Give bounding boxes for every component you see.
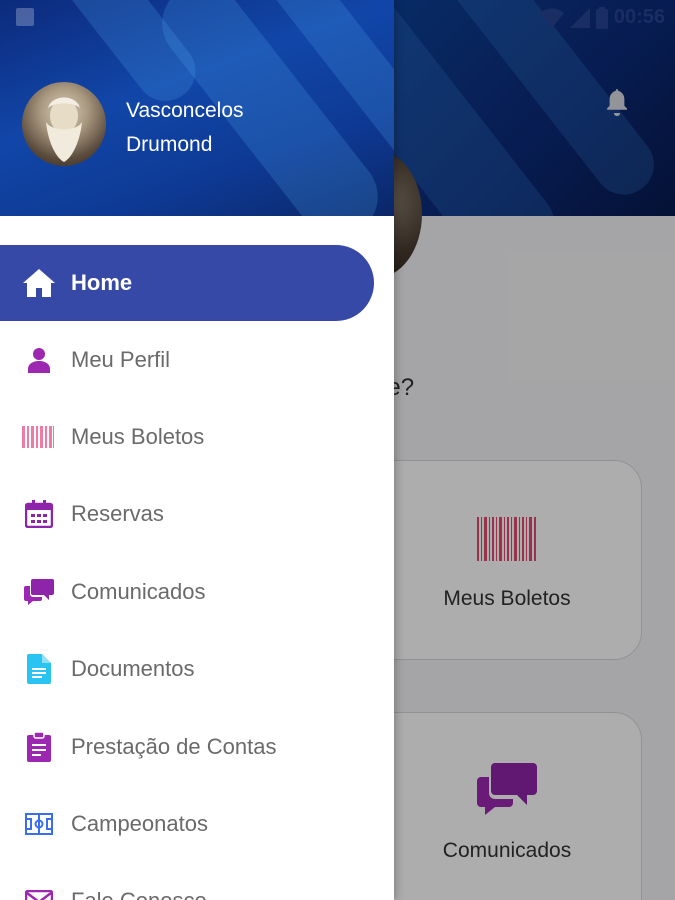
drawer-menu: Home Meu Perfil Meus Boletos Reservas Co… [0, 245, 394, 900]
calendar-icon [22, 497, 56, 531]
user-first-name: Vasconcelos [126, 99, 244, 122]
menu-item-home[interactable]: Home [0, 245, 374, 321]
menu-item-label: Home [71, 270, 133, 295]
field-icon [22, 807, 56, 841]
menu-item-label: Meus Boletos [71, 424, 205, 450]
user-photo [46, 97, 82, 162]
menu-item-label: Prestação de Contas [71, 733, 277, 759]
person-icon [22, 343, 56, 377]
user-avatar[interactable] [22, 82, 106, 166]
menu-item-documentos[interactable]: Documentos [0, 631, 394, 708]
menu-item-meus-boletos[interactable]: Meus Boletos [0, 398, 394, 475]
gallery-notification-icon [16, 8, 34, 26]
menu-item-prestacao-de-contas[interactable]: Prestação de Contas [0, 708, 394, 785]
navigation-drawer: Vasconcelos Drumond Home Meu Perfil Meus… [0, 0, 394, 900]
menu-item-label: Campeonatos [71, 811, 208, 837]
menu-item-label: Reservas [71, 501, 164, 527]
user-name: Vasconcelos Drumond [126, 94, 326, 162]
clipboard-icon [22, 730, 56, 764]
user-last-name: Drumond [126, 133, 213, 156]
menu-item-label: Documentos [71, 656, 195, 682]
menu-item-campeonatos[interactable]: Campeonatos [0, 785, 394, 862]
wifi-icon [539, 7, 564, 28]
signal-icon [569, 7, 590, 28]
menu-item-label: Comunicados [71, 578, 206, 604]
mail-icon [22, 884, 56, 900]
document-icon [22, 652, 56, 686]
chat-icon [22, 575, 56, 609]
menu-item-meu-perfil[interactable]: Meu Perfil [0, 321, 394, 398]
menu-item-label: Fale Conosco [71, 888, 207, 900]
home-icon [22, 266, 56, 300]
menu-item-label: Meu Perfil [71, 346, 171, 372]
menu-item-fale-conosco[interactable]: Fale Conosco [0, 863, 394, 900]
battery-icon [595, 6, 608, 29]
menu-item-comunicados[interactable]: Comunicados [0, 553, 394, 630]
menu-item-reservas[interactable]: Reservas [0, 476, 394, 553]
clock: 00:56 [613, 6, 665, 28]
drawer-header: Vasconcelos Drumond [0, 0, 394, 216]
barcode-icon [22, 420, 54, 454]
